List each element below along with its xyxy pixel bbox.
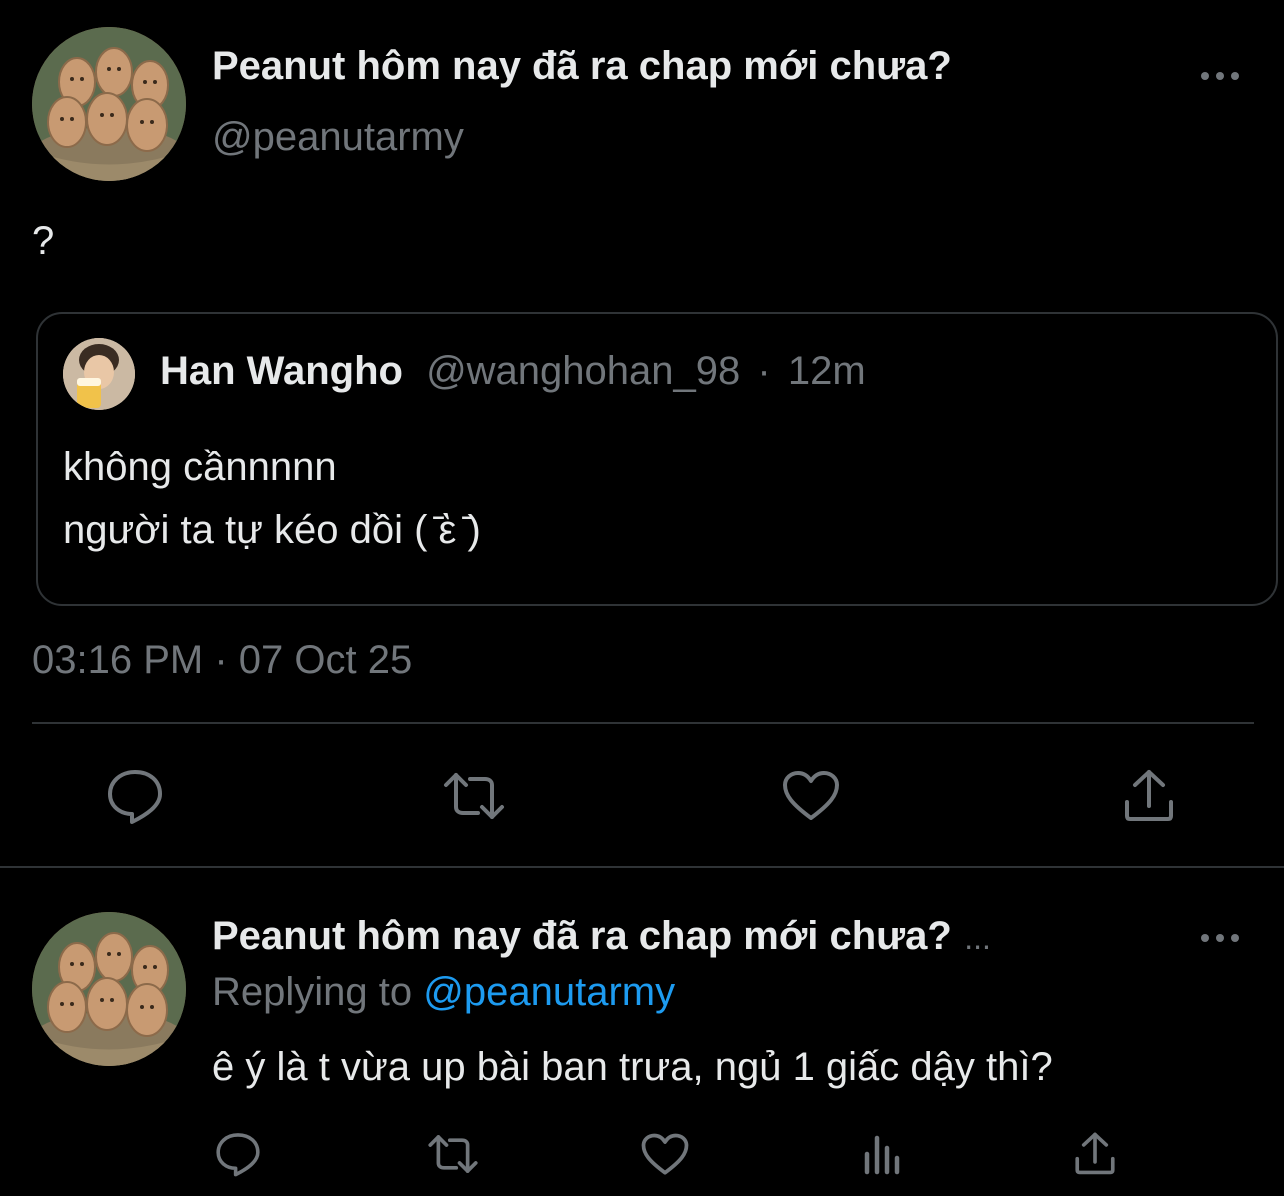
divider bbox=[32, 722, 1254, 724]
section-divider bbox=[0, 866, 1284, 868]
more-dots-icon[interactable] bbox=[1196, 60, 1244, 92]
reply-author-name[interactable]: Peanut hôm nay đã ra chap mới chưa? bbox=[212, 914, 952, 958]
views-icon[interactable] bbox=[860, 1132, 904, 1176]
quote-time[interactable]: 12m bbox=[788, 349, 866, 393]
reply-name-ellipsis: ... bbox=[964, 920, 991, 956]
author-handle[interactable]: @peanutarmy bbox=[212, 115, 464, 160]
quote-author-handle[interactable]: @wanghohan_98 bbox=[426, 349, 740, 393]
reply-avatar[interactable] bbox=[32, 912, 186, 1066]
replying-to-handle[interactable]: @peanutarmy bbox=[423, 970, 675, 1014]
reply-body: ê ý là t vừa up bài ban trưa, ngủ 1 giấc… bbox=[212, 1045, 1053, 1089]
quote-avatar[interactable] bbox=[63, 338, 135, 410]
quote-separator: · bbox=[757, 349, 771, 393]
retweet-icon[interactable] bbox=[440, 768, 508, 824]
share-icon[interactable] bbox=[1120, 766, 1178, 824]
quote-author-name[interactable]: Han Wangho bbox=[160, 349, 403, 393]
reply-share-icon[interactable] bbox=[1072, 1130, 1118, 1176]
tweet-body: ? bbox=[32, 219, 55, 263]
reply-retweet-icon[interactable] bbox=[425, 1132, 481, 1176]
like-icon[interactable] bbox=[780, 768, 842, 824]
quote-line-1: không cầnnnnn bbox=[63, 445, 337, 489]
reply-icon[interactable] bbox=[103, 766, 167, 826]
author-name[interactable]: Peanut hôm nay đã ra chap mới chưa? bbox=[212, 44, 952, 89]
quote-line-2: người ta tự kéo dồi ( ̄ὲ ̄) bbox=[63, 508, 481, 552]
avatar[interactable] bbox=[32, 27, 186, 181]
reply-more-dots-icon[interactable] bbox=[1196, 922, 1244, 954]
tweet-timestamp[interactable]: 03:16 PM · 07 Oct 25 bbox=[32, 638, 412, 683]
reply-like-icon[interactable] bbox=[640, 1132, 690, 1176]
reply-reply-icon[interactable] bbox=[212, 1130, 264, 1178]
replying-to-label: Replying to bbox=[212, 970, 413, 1014]
